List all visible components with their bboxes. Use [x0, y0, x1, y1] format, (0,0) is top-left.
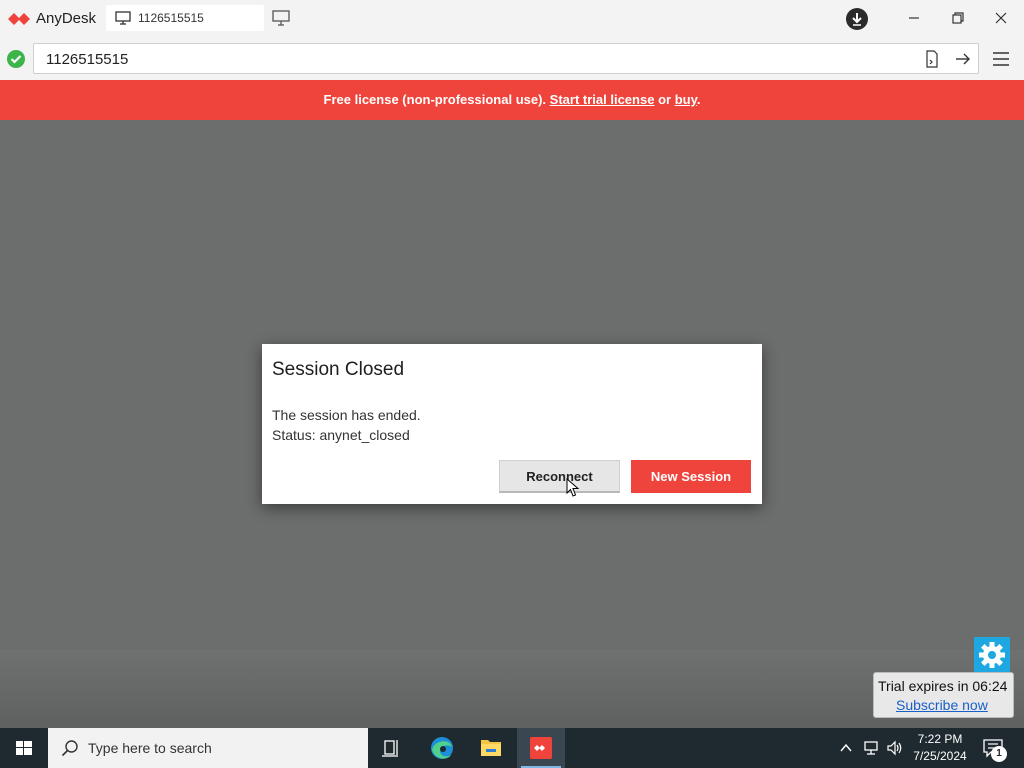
system-clock[interactable]: 7:22 PM 7/25/2024: [910, 731, 970, 765]
tab-session[interactable]: 1126515515: [106, 5, 264, 31]
trial-countdown-text: Trial expires in 06:24: [878, 678, 1008, 694]
search-icon: [61, 740, 78, 757]
remote-address-input[interactable]: 1126515515: [33, 43, 979, 74]
anydesk-taskbar-button[interactable]: [517, 728, 565, 768]
subscribe-now-link[interactable]: Subscribe now: [896, 697, 988, 713]
task-view-icon: [382, 740, 398, 757]
title-bar: AnyDesk 1126515515: [0, 0, 1024, 38]
file-explorer-taskbar-button[interactable]: [467, 728, 515, 768]
taskbar-search-input[interactable]: Type here to search: [48, 728, 368, 768]
clock-date: 7/25/2024: [913, 749, 967, 763]
volume-icon[interactable]: [886, 739, 904, 757]
restore-icon[interactable]: [947, 8, 969, 28]
dialog-message-line: The session has ended.: [272, 407, 421, 423]
remote-desktop-strip: [0, 650, 1024, 728]
hamburger-menu-icon[interactable]: [991, 51, 1011, 67]
monitor-icon: [115, 11, 131, 25]
banner-text: Free license (non-professional use).: [323, 92, 547, 107]
dialog-message: The session has ended. Status: anynet_cl…: [272, 405, 421, 445]
mouse-cursor-icon: [566, 478, 580, 497]
remote-address-value: 1126515515: [46, 51, 129, 68]
show-hidden-icons-chevron-icon[interactable]: [838, 740, 854, 756]
app-name: AnyDesk: [36, 10, 97, 27]
search-placeholder: Type here to search: [88, 740, 212, 756]
banner-or-text: or: [658, 92, 672, 107]
notification-count-badge: 1: [991, 746, 1007, 762]
start-button[interactable]: [0, 728, 48, 768]
windows-logo-icon: [16, 741, 32, 755]
folder-icon: [481, 740, 501, 756]
edge-browser-icon: [431, 737, 453, 759]
trial-settings-gear-icon[interactable]: [974, 637, 1010, 673]
license-banner: Free license (non-professional use). Sta…: [0, 80, 1024, 120]
download-button[interactable]: [846, 8, 868, 30]
new-tab-monitor-icon[interactable]: [272, 10, 290, 26]
network-icon[interactable]: [862, 739, 880, 757]
session-closed-dialog: Session Closed The session has ended. St…: [262, 344, 762, 504]
buy-link[interactable]: buy: [675, 92, 697, 107]
minimize-icon[interactable]: [903, 8, 925, 28]
connect-arrow-icon[interactable]: [953, 50, 973, 68]
anydesk-app-icon: [530, 737, 552, 759]
address-bar: 1126515515: [0, 38, 1024, 80]
dialog-status-line: Status: anynet_closed: [272, 427, 410, 443]
close-icon[interactable]: [990, 8, 1012, 28]
clock-time: 7:22 PM: [917, 732, 963, 746]
edge-taskbar-button[interactable]: [418, 728, 466, 768]
tab-label: 1126515515: [138, 11, 204, 25]
start-trial-link[interactable]: Start trial license: [550, 92, 655, 107]
windows-taskbar: Type here to search 7:22 PM 7/25/2024 1: [0, 728, 1024, 768]
download-arrow-icon: [852, 13, 862, 26]
reconnect-button[interactable]: Reconnect: [499, 460, 620, 493]
file-transfer-icon[interactable]: [923, 50, 941, 68]
anydesk-logo-icon: [8, 13, 30, 25]
trial-notice: Trial expires in 06:24 Subscribe now: [873, 672, 1014, 718]
connection-ok-icon: [7, 50, 25, 68]
task-view-button[interactable]: [368, 728, 416, 768]
new-session-button[interactable]: New Session: [631, 460, 751, 493]
dialog-title: Session Closed: [272, 359, 405, 380]
banner-suffix: .: [696, 92, 701, 107]
